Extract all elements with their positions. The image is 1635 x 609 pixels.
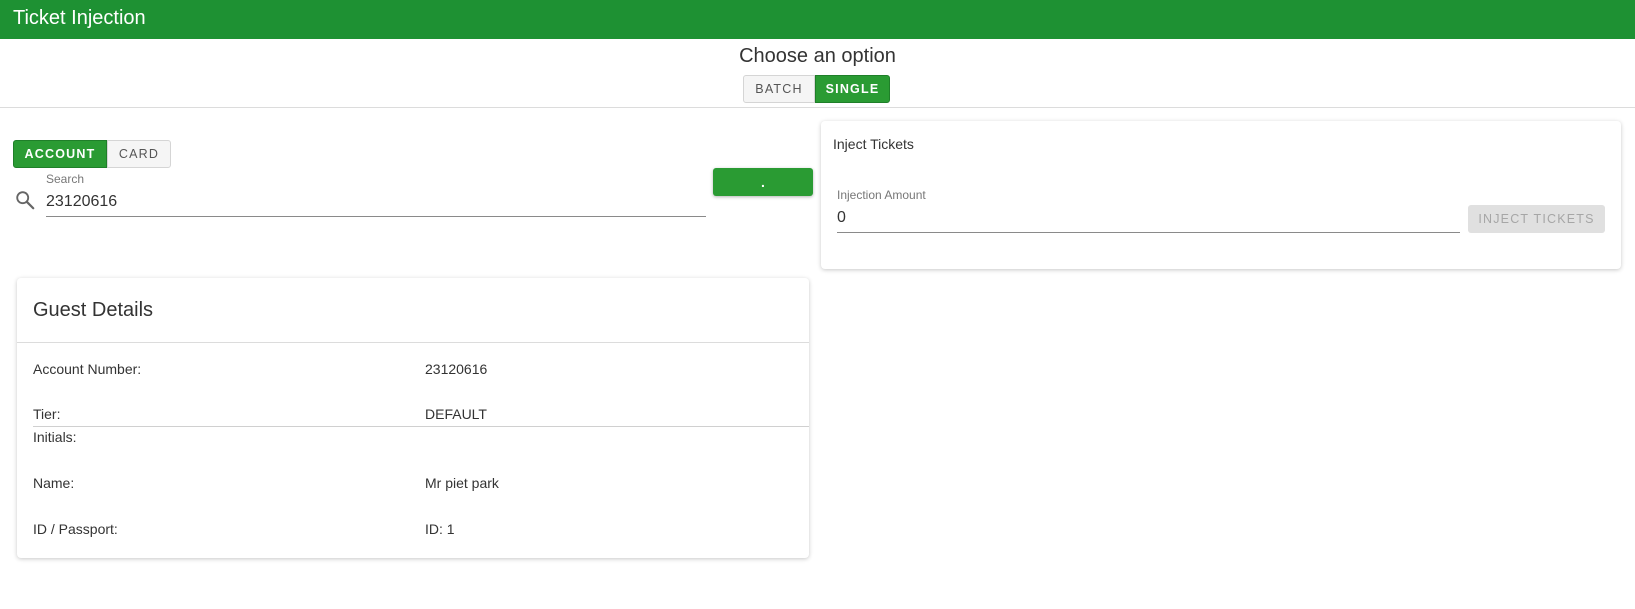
batch-toggle-button[interactable]: BATCH — [743, 75, 815, 103]
tier-value: DEFAULT — [425, 406, 487, 422]
card-toggle-button[interactable]: CARD — [107, 140, 171, 168]
search-button[interactable]: . — [713, 168, 813, 196]
account-number-value: 23120616 — [425, 361, 488, 377]
id-passport-value: ID: 1 — [425, 521, 455, 537]
header-divider — [0, 107, 1635, 108]
account-number-label: Account Number: — [33, 361, 142, 377]
injection-amount-input[interactable] — [837, 203, 1460, 233]
search-type-toggle-group: ACCOUNT CARD — [13, 140, 171, 168]
account-toggle-button[interactable]: ACCOUNT — [13, 140, 107, 168]
choose-option-heading: Choose an option — [739, 45, 896, 67]
inject-tickets-title: Inject Tickets — [833, 136, 914, 152]
name-label: Name: — [33, 475, 75, 491]
inject-tickets-panel: Inject Tickets Injection Amount INJECT T… — [821, 121, 1621, 269]
mode-toggle-group: BATCH SINGLE — [743, 75, 890, 103]
single-toggle-button[interactable]: SINGLE — [815, 75, 890, 103]
tier-label: Tier: — [33, 406, 61, 422]
app-bar: Ticket Injection — [0, 0, 1635, 39]
guest-details-panel: Guest Details Account Number: 23120616 T… — [17, 278, 809, 558]
name-value: Mr piet park — [425, 475, 499, 491]
search-input[interactable] — [46, 187, 706, 217]
initials-label: Initials: — [33, 429, 77, 445]
search-label: Search — [46, 172, 85, 186]
search-icon — [16, 191, 35, 210]
guest-details-title: Guest Details — [33, 299, 154, 321]
id-passport-label: ID / Passport: — [33, 521, 118, 537]
injection-amount-label: Injection Amount — [837, 188, 926, 202]
inject-tickets-button[interactable]: INJECT TICKETS — [1468, 205, 1605, 233]
app-title: Ticket Injection — [13, 7, 146, 29]
tier-row-divider — [33, 426, 809, 427]
guest-details-divider — [17, 342, 809, 343]
